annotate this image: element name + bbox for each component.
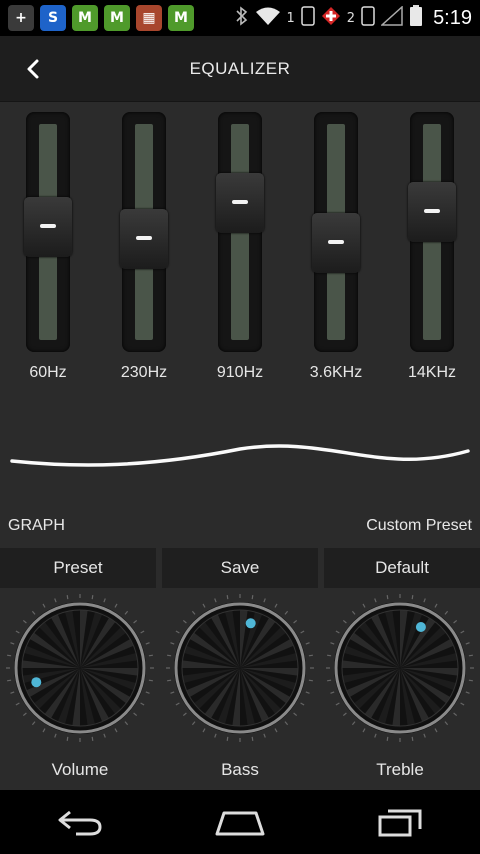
plus-icon: + bbox=[8, 5, 34, 31]
eq-band-label: 14KHz bbox=[407, 364, 457, 381]
eq-slider-track[interactable] bbox=[120, 112, 168, 352]
eq-band: 230Hz bbox=[96, 112, 192, 392]
thumb-indicator bbox=[40, 224, 56, 228]
eq-band: 60Hz bbox=[0, 112, 96, 392]
wifi-icon bbox=[255, 6, 281, 30]
eq-slider-track[interactable] bbox=[24, 112, 72, 352]
sim1-indicator: 1 bbox=[286, 10, 295, 26]
sim2-indicator: 2 bbox=[346, 10, 356, 26]
eq-band: 14KHz bbox=[384, 112, 480, 392]
thumb-indicator bbox=[232, 200, 248, 204]
green-app-icon-3: M bbox=[168, 5, 194, 31]
eq-band: 3.6KHz bbox=[288, 112, 384, 392]
signal-icon bbox=[380, 5, 403, 30]
eq-slider-track[interactable] bbox=[312, 112, 360, 352]
eq-band-label: 230Hz bbox=[120, 364, 168, 381]
eq-slider-thumb[interactable] bbox=[24, 197, 72, 257]
default-button[interactable]: Default bbox=[324, 548, 480, 588]
red-cross-app-icon bbox=[321, 6, 341, 30]
nav-home-button[interactable] bbox=[200, 798, 280, 846]
graph-label: GRAPH bbox=[8, 517, 65, 534]
eq-slider-track[interactable] bbox=[408, 112, 456, 352]
nav-recents-button[interactable] bbox=[360, 798, 440, 846]
knob-pointer bbox=[245, 618, 256, 629]
home-icon bbox=[215, 811, 265, 836]
current-preset-name: Custom Preset bbox=[366, 517, 472, 534]
notification-icons: + S M M ▦ M bbox=[8, 5, 194, 31]
battery-icon bbox=[409, 5, 423, 31]
eq-curve-graph bbox=[10, 444, 470, 467]
knob-label: Bass bbox=[221, 760, 259, 779]
eq-slider-thumb[interactable] bbox=[312, 213, 360, 273]
preset-button-row: Preset Save Default bbox=[0, 548, 480, 588]
thumb-indicator bbox=[136, 236, 152, 240]
back-arrow-icon bbox=[58, 810, 102, 836]
green-app-icon-2: M bbox=[104, 5, 130, 31]
knob-label: Volume bbox=[51, 760, 109, 779]
green-app-icon: M bbox=[72, 5, 98, 31]
multicolor-app-icon: ▦ bbox=[136, 5, 162, 31]
system-icons: 1 2 5:19 bbox=[235, 5, 472, 31]
eq-band-label: 3.6KHz bbox=[309, 364, 363, 381]
app-header: EQUALIZER bbox=[0, 36, 480, 102]
sim-card-icon-2 bbox=[361, 6, 375, 30]
clock: 5:19 bbox=[433, 6, 472, 29]
preset-button[interactable]: Preset bbox=[0, 548, 156, 588]
knob-volume[interactable]: Volume bbox=[2, 590, 158, 779]
eq-slider-track[interactable] bbox=[216, 112, 264, 352]
knob-pointer bbox=[415, 622, 426, 632]
recents-icon bbox=[378, 809, 422, 837]
knob-label: Treble bbox=[376, 760, 424, 779]
knob-pointer bbox=[31, 677, 42, 688]
thumb-indicator bbox=[328, 240, 344, 244]
save-button[interactable]: Save bbox=[162, 548, 318, 588]
knob-panel: Volume Bass Treble bbox=[0, 590, 480, 790]
navigation-bar bbox=[0, 790, 480, 854]
knob-treble[interactable]: Treble bbox=[322, 590, 478, 779]
eq-slider-thumb[interactable] bbox=[120, 209, 168, 269]
eq-slider-thumb[interactable] bbox=[216, 173, 264, 233]
eq-curve-line bbox=[10, 444, 470, 467]
eq-band: 910Hz bbox=[192, 112, 288, 392]
eq-slider-thumb[interactable] bbox=[408, 182, 456, 242]
equalizer-panel: 60Hz 230Hz 910Hz 3.6KHz 14KHz bbox=[0, 102, 480, 402]
chevron-left-icon bbox=[27, 59, 39, 79]
page-title: EQUALIZER bbox=[189, 58, 291, 78]
eq-band-label: 910Hz bbox=[216, 364, 264, 381]
sim-card-icon bbox=[301, 6, 315, 30]
nav-back-button[interactable] bbox=[40, 798, 120, 846]
thumb-indicator bbox=[424, 209, 440, 213]
s-app-icon: S bbox=[40, 5, 66, 31]
knob-bass[interactable]: Bass bbox=[162, 590, 318, 779]
back-button[interactable] bbox=[18, 52, 48, 86]
status-bar: + S M M ▦ M 1 2 5:19 bbox=[0, 0, 480, 36]
eq-band-label: 60Hz bbox=[29, 364, 67, 381]
bluetooth-icon bbox=[235, 6, 249, 30]
